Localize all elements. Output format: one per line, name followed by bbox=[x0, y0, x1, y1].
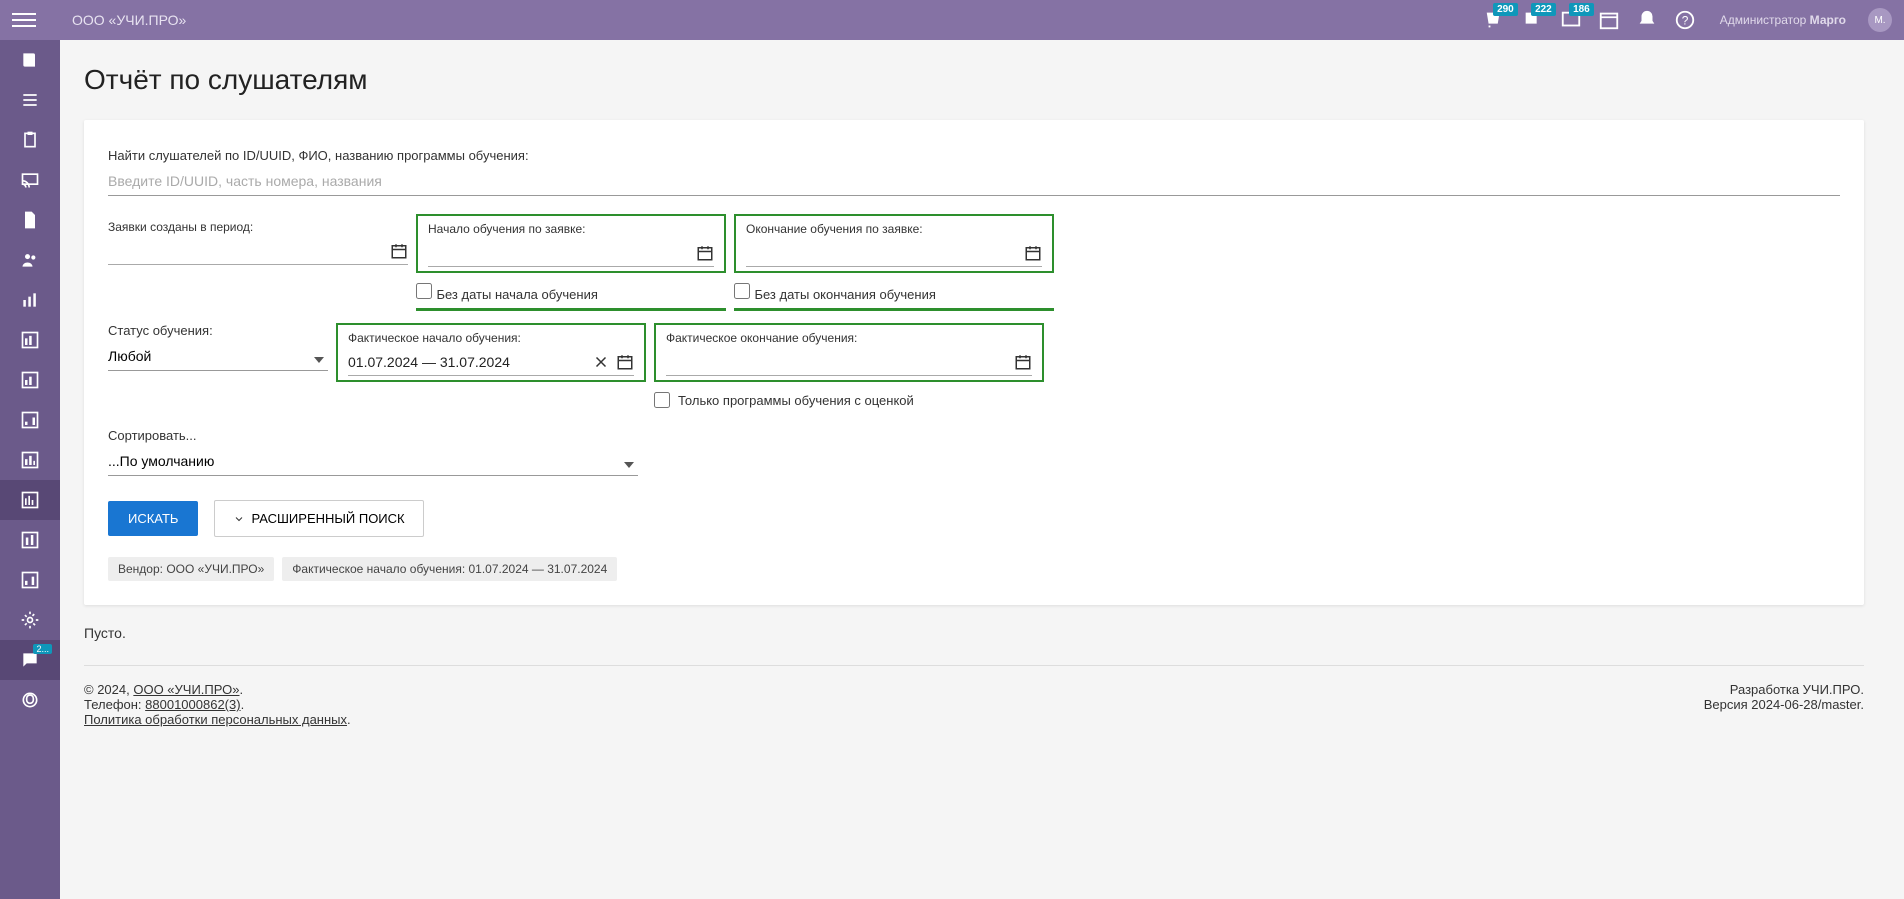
sidebar-item-support[interactable] bbox=[0, 680, 60, 720]
calendar-icon[interactable] bbox=[1014, 353, 1032, 371]
calendar-icon[interactable] bbox=[616, 353, 634, 371]
bell-icon[interactable] bbox=[1636, 9, 1658, 31]
end-label: Окончание обучения по заявке: bbox=[746, 222, 1042, 236]
no-start-checkbox[interactable] bbox=[416, 283, 432, 299]
sidebar-item-chart-3[interactable] bbox=[0, 360, 60, 400]
footer-version: Версия 2024-06-28/master. bbox=[1704, 697, 1864, 712]
search-label: Найти слушателей по ID/UUID, ФИО, назван… bbox=[108, 148, 1840, 163]
only-graded-checkbox[interactable] bbox=[654, 392, 670, 408]
no-end-label[interactable]: Без даты окончания обучения bbox=[754, 287, 935, 302]
footer-policy-link[interactable]: Политика обработки персональных данных bbox=[84, 712, 347, 727]
only-graded-label[interactable]: Только программы обучения с оценкой bbox=[678, 393, 914, 408]
chip-vendor[interactable]: Вендор: ООО «УЧИ.ПРО» bbox=[108, 557, 274, 581]
sidebar-item-clipboard[interactable] bbox=[0, 120, 60, 160]
badge-3: 186 bbox=[1569, 3, 1594, 16]
user-name: Марго bbox=[1810, 13, 1846, 27]
notification-1-icon[interactable]: 290 bbox=[1484, 9, 1506, 31]
help-icon[interactable]: ? bbox=[1674, 9, 1696, 31]
avatar[interactable]: М. bbox=[1868, 8, 1892, 32]
user-role: Администратор bbox=[1720, 13, 1807, 27]
sidebar-item-chat[interactable]: 2... bbox=[0, 640, 60, 680]
actual-start-label: Фактическое начало обучения: bbox=[348, 331, 634, 345]
search-button[interactable]: ИСКАТЬ bbox=[108, 501, 198, 536]
footer-brand-link[interactable]: ООО «УЧИ.ПРО» bbox=[133, 682, 239, 697]
page-title: Отчёт по слушателям bbox=[84, 64, 1864, 96]
no-end-checkbox[interactable] bbox=[734, 283, 750, 299]
start-date-input[interactable] bbox=[428, 240, 714, 267]
chip-dates[interactable]: Фактическое начало обучения: 01.07.2024 … bbox=[282, 557, 617, 581]
menu-toggle-icon[interactable] bbox=[12, 8, 36, 32]
sidebar-item-settings[interactable] bbox=[0, 600, 60, 640]
actual-start-value: 01.07.2024 — 31.07.2024 bbox=[348, 354, 510, 370]
sidebar-item-users[interactable] bbox=[0, 240, 60, 280]
top-icons: 290 222 186 ? Администратор Марго М. bbox=[1484, 8, 1892, 32]
sidebar-item-list[interactable] bbox=[0, 80, 60, 120]
brand-name: ООО «УЧИ.ПРО» bbox=[72, 12, 1484, 28]
sidebar-item-chart-7[interactable] bbox=[0, 560, 60, 600]
clear-icon[interactable] bbox=[592, 353, 610, 371]
sidebar-item-book[interactable] bbox=[0, 40, 60, 80]
sidebar: 2... bbox=[0, 40, 60, 899]
sidebar-item-chart-1[interactable] bbox=[0, 280, 60, 320]
sidebar-item-cast[interactable] bbox=[0, 160, 60, 200]
badge-2: 222 bbox=[1531, 3, 1556, 16]
actual-end-label: Фактическое окончание обучения: bbox=[666, 331, 1032, 345]
end-date-input[interactable] bbox=[746, 240, 1042, 267]
calendar-icon[interactable] bbox=[390, 242, 408, 260]
no-start-label[interactable]: Без даты начала обучения bbox=[436, 287, 597, 302]
user-block[interactable]: Администратор Марго bbox=[1720, 13, 1846, 27]
svg-text:?: ? bbox=[1681, 14, 1688, 28]
empty-message: Пусто. bbox=[84, 625, 1864, 641]
footer: © 2024, ООО «УЧИ.ПРО». Телефон: 88001000… bbox=[84, 665, 1864, 751]
filter-chips: Вендор: ООО «УЧИ.ПРО» Фактическое начало… bbox=[108, 557, 1840, 581]
calendar-icon[interactable] bbox=[696, 244, 714, 262]
calendar-icon[interactable] bbox=[1024, 244, 1042, 262]
search-input[interactable] bbox=[108, 167, 1840, 196]
actual-start-input[interactable]: 01.07.2024 — 31.07.2024 bbox=[348, 349, 634, 376]
sidebar-item-chart-active[interactable] bbox=[0, 480, 60, 520]
sidebar-item-chart-4[interactable] bbox=[0, 400, 60, 440]
badge-1: 290 bbox=[1493, 3, 1518, 16]
sort-select[interactable]: ...По умолчанию bbox=[108, 447, 638, 476]
filter-card: Найти слушателей по ID/UUID, ФИО, назван… bbox=[84, 120, 1864, 605]
start-label: Начало обучения по заявке: bbox=[428, 222, 714, 236]
sidebar-item-document[interactable] bbox=[0, 200, 60, 240]
notification-2-icon[interactable]: 222 bbox=[1522, 9, 1544, 31]
calendar-icon[interactable] bbox=[1598, 9, 1620, 31]
main-content: Отчёт по слушателям Найти слушателей по … bbox=[60, 40, 1904, 899]
status-label: Статус обучения: bbox=[108, 323, 328, 338]
created-label: Заявки созданы в период: bbox=[108, 220, 408, 234]
sidebar-item-chart-2[interactable] bbox=[0, 320, 60, 360]
sort-label: Сортировать... bbox=[108, 428, 638, 443]
sidebar-item-chart-6[interactable] bbox=[0, 520, 60, 560]
topbar: ООО «УЧИ.ПРО» 290 222 186 ? Администрато… bbox=[0, 0, 1904, 40]
footer-dev: Разработка УЧИ.ПРО. bbox=[1704, 682, 1864, 697]
advanced-search-button[interactable]: РАСШИРЕННЫЙ ПОИСК bbox=[214, 500, 423, 537]
created-date-input[interactable] bbox=[108, 238, 408, 265]
footer-phone-link[interactable]: 88001000862(3) bbox=[145, 697, 240, 712]
notification-3-icon[interactable]: 186 bbox=[1560, 9, 1582, 31]
status-select[interactable]: Любой bbox=[108, 342, 328, 371]
sidebar-item-chart-5[interactable] bbox=[0, 440, 60, 480]
chevron-down-icon bbox=[233, 513, 245, 525]
sidebar-chat-badge: 2... bbox=[33, 644, 52, 654]
actual-end-input[interactable] bbox=[666, 349, 1032, 376]
